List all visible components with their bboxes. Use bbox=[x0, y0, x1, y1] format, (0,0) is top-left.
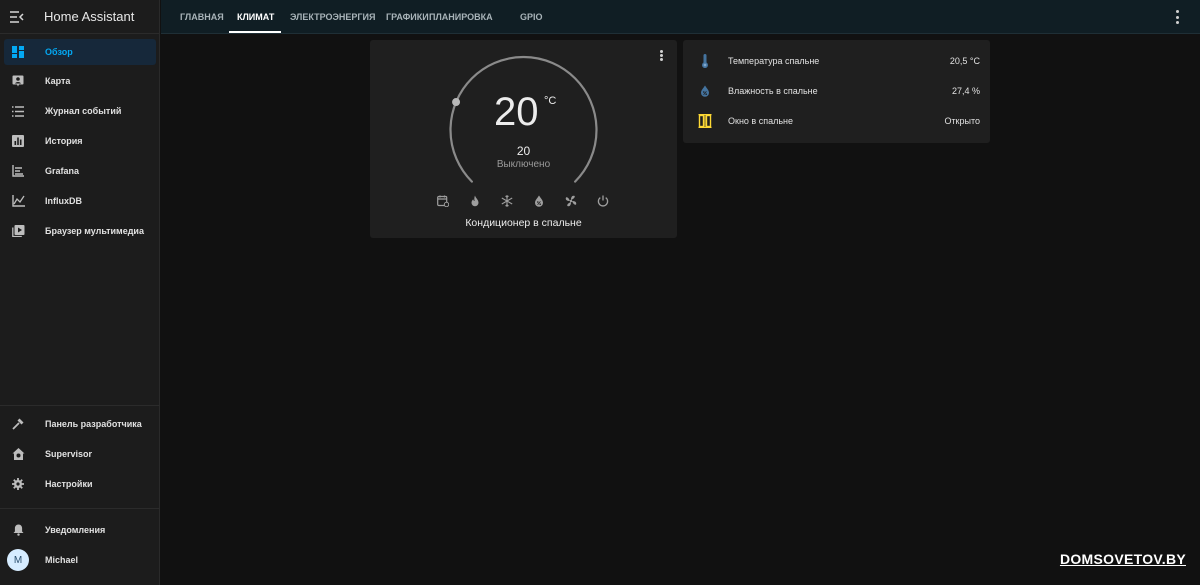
sidebar-item-label: Supervisor bbox=[45, 449, 93, 459]
active-tab-indicator bbox=[229, 31, 281, 33]
entity-value: 27,4 % bbox=[951, 86, 980, 96]
history-icon bbox=[5, 128, 31, 154]
sidebar-item-label: Настройки bbox=[45, 479, 93, 489]
sidebar-item-overview[interactable]: Обзор bbox=[4, 39, 156, 65]
sidebar-item-label: Grafana bbox=[45, 166, 80, 176]
water-percent-icon[interactable] bbox=[532, 194, 546, 208]
supervisor-icon bbox=[5, 441, 31, 467]
sidebar-item-media-browser[interactable]: Браузер мультимедиа bbox=[4, 218, 156, 244]
power-icon[interactable] bbox=[596, 194, 610, 208]
sidebar-item-influxdb[interactable]: InfluxDB bbox=[4, 188, 156, 214]
thermostat-name: Кондиционер в спальне bbox=[465, 217, 582, 229]
watermark: DOMSOVETOV.BY bbox=[1059, 551, 1186, 567]
sidebar-item-label: Обзор bbox=[45, 47, 73, 57]
user-name: Michael bbox=[45, 555, 79, 565]
tab-gpio[interactable]: GPIO bbox=[520, 0, 543, 34]
entity-row-temperature[interactable]: Температура спальне 20,5 °C bbox=[683, 46, 990, 76]
user-avatar-container: M bbox=[5, 547, 31, 573]
tab-floorplan[interactable]: ПЛАНИРОВКА bbox=[429, 0, 493, 34]
sidebar-item-label: Карта bbox=[45, 76, 71, 86]
sidebar-divider bbox=[0, 405, 160, 406]
calendar-clock-icon[interactable] bbox=[436, 194, 450, 208]
current-temperature: 20 bbox=[494, 90, 539, 134]
sidebar: Home Assistant Обзор Карта Журнал событи… bbox=[0, 0, 160, 585]
entity-value: Открыто bbox=[944, 116, 980, 126]
entity-row-window[interactable]: Окно в спальне Открыто bbox=[683, 106, 990, 136]
bell-icon bbox=[5, 517, 31, 543]
dashboard-icon bbox=[5, 39, 31, 65]
sidebar-item-developer-tools[interactable]: Панель разработчика bbox=[4, 411, 156, 437]
hammer-icon bbox=[5, 411, 31, 437]
temperature-unit: °C bbox=[544, 95, 557, 107]
sidebar-item-logbook[interactable]: Журнал событий bbox=[4, 98, 156, 124]
media-browser-icon bbox=[5, 218, 31, 244]
map-icon bbox=[5, 68, 31, 94]
sidebar-item-label: Уведомления bbox=[45, 525, 106, 535]
entity-name: Окно в спальне bbox=[728, 116, 793, 126]
avatar: M bbox=[7, 549, 29, 571]
sidebar-item-label: Журнал событий bbox=[45, 106, 122, 116]
entity-name: Влажность в спальне bbox=[728, 86, 818, 96]
hvac-state: Выключено bbox=[496, 159, 551, 170]
snowflake-icon[interactable] bbox=[500, 194, 514, 208]
thermometer-icon bbox=[697, 53, 713, 69]
sidebar-item-label: Браузер мультимедиа bbox=[45, 226, 144, 236]
app-title: Home Assistant bbox=[44, 9, 135, 24]
sidebar-item-settings[interactable]: Настройки bbox=[4, 471, 156, 497]
tab-home[interactable]: ГЛАВНАЯ bbox=[180, 0, 224, 34]
tab-climate[interactable]: КЛИМАТ bbox=[237, 0, 274, 34]
sidebar-item-label: Панель разработчика bbox=[45, 419, 142, 429]
sidebar-item-map[interactable]: Карта bbox=[4, 68, 156, 94]
entity-name: Температура спальне bbox=[728, 56, 820, 66]
sidebar-item-notifications[interactable]: Уведомления bbox=[4, 517, 156, 543]
sidebar-item-history[interactable]: История bbox=[4, 128, 156, 154]
sidebar-header: Home Assistant bbox=[0, 0, 159, 34]
entity-row-humidity[interactable]: Влажность в спальне 27,4 % bbox=[683, 76, 990, 106]
logbook-icon bbox=[5, 98, 31, 124]
grafana-icon bbox=[5, 158, 31, 184]
tab-energy[interactable]: ЭЛЕКТРОЭНЕРГИЯ bbox=[290, 0, 375, 34]
sidebar-item-supervisor[interactable]: Supervisor bbox=[4, 441, 156, 467]
menu-toggle-button[interactable] bbox=[0, 0, 34, 34]
gear-icon bbox=[5, 471, 31, 497]
window-open-icon bbox=[697, 113, 713, 129]
water-percent-icon bbox=[697, 83, 713, 99]
sidebar-item-profile[interactable]: M Michael bbox=[4, 547, 156, 573]
top-app-bar: ГЛАВНАЯ КЛИМАТ ЭЛЕКТРОЭНЕРГИЯ ГРАФИКИ ПЛ… bbox=[161, 0, 1200, 34]
sidebar-item-grafana[interactable]: Grafana bbox=[4, 158, 156, 184]
target-temperature: 20 bbox=[516, 144, 531, 158]
entities-card: Температура спальне 20,5 °C Влажность в … bbox=[683, 40, 990, 143]
influxdb-icon bbox=[5, 188, 31, 214]
tab-graphs[interactable]: ГРАФИКИ bbox=[386, 0, 429, 34]
sidebar-divider bbox=[0, 508, 160, 509]
fire-icon[interactable] bbox=[468, 194, 482, 208]
hvac-modes bbox=[436, 194, 611, 210]
sidebar-item-label: История bbox=[45, 136, 83, 146]
dial-setpoint-handle[interactable] bbox=[452, 98, 461, 107]
more-options-button[interactable] bbox=[1172, 10, 1182, 24]
fan-icon[interactable] bbox=[564, 194, 578, 208]
entity-value: 20,5 °C bbox=[949, 56, 980, 66]
thermostat-card: 20 °C 20 Выключено Кондиционер в спальне bbox=[370, 40, 677, 238]
sidebar-item-label: InfluxDB bbox=[45, 196, 82, 206]
menu-open-icon bbox=[10, 10, 24, 23]
